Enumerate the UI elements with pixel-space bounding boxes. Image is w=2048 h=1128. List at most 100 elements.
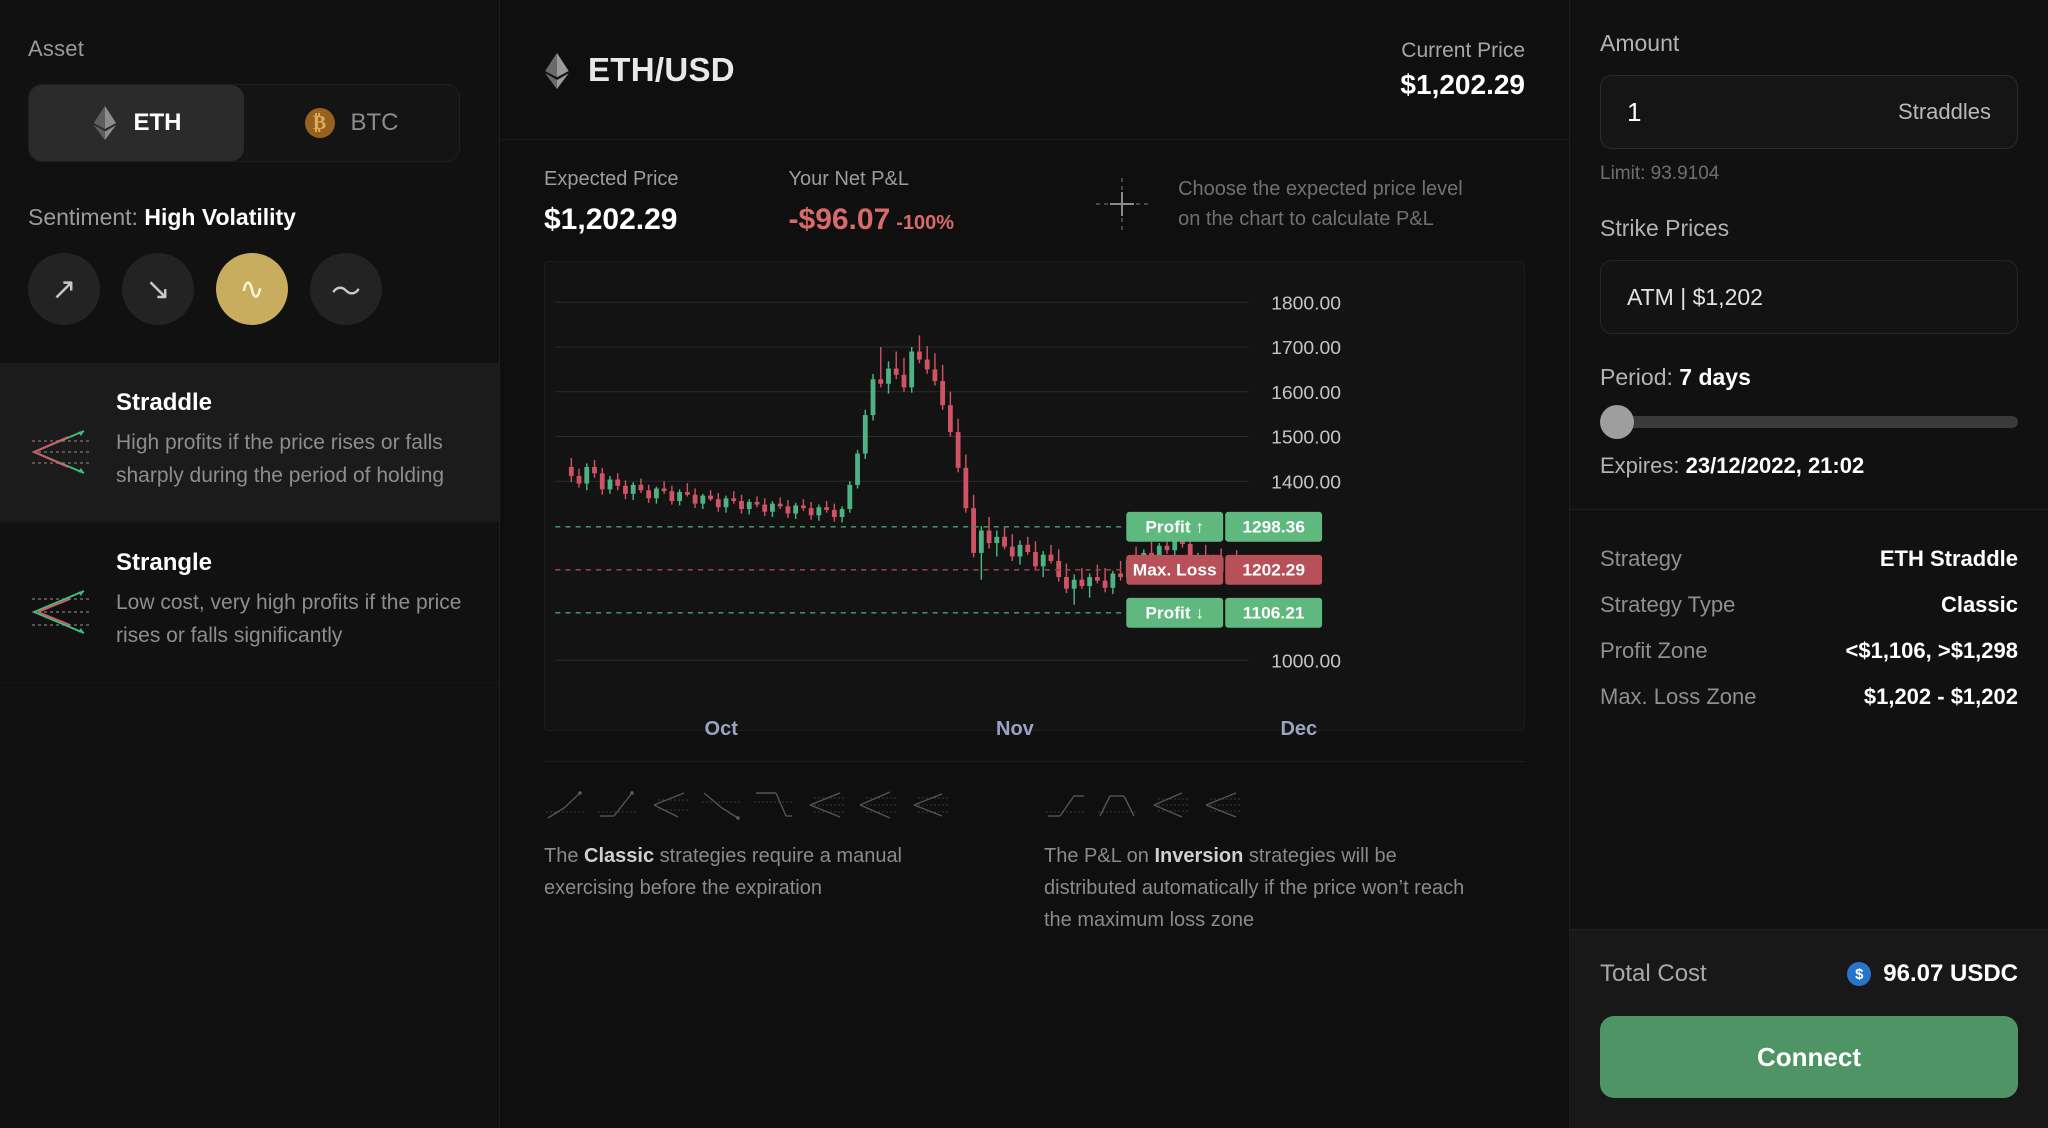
total-cost-row: Total Cost $ 96.07 USDC	[1600, 960, 2018, 988]
asset-label: Asset	[28, 36, 85, 61]
total-cost-value: 96.07 USDC	[1883, 960, 2018, 987]
strategy-title: Strangle	[116, 549, 213, 577]
summary-value: <$1,106, >$1,298	[1845, 638, 2019, 663]
asset-button-eth[interactable]: ETH	[29, 85, 244, 161]
payoff-icon-inv-1	[1046, 795, 1084, 817]
down-arrow-icon: ↘	[145, 272, 171, 306]
expires-value: 23/12/2022, 21:02	[1685, 453, 1865, 478]
total-cost-label: Total Cost	[1600, 960, 1707, 987]
current-price-label: Current Price	[1401, 38, 1525, 62]
summary-row: Strategy ETH Straddle	[1600, 536, 2018, 582]
strategy-card-straddle[interactable]: Straddle High profits if the price rises…	[0, 363, 499, 524]
sentiment-button-low-volatility[interactable]: 〜	[310, 253, 382, 325]
ethereum-icon	[544, 52, 570, 89]
sidebar: Asset ETH ₿ BTC Sentiment: High Volatili…	[0, 0, 500, 1128]
connect-button[interactable]: Connect	[1600, 1016, 2018, 1098]
sentiment-button-down[interactable]: ↘	[122, 253, 194, 325]
sentiment-button-high-volatility[interactable]: ∿	[216, 253, 288, 325]
low-volatility-icon: 〜	[331, 276, 361, 309]
legend-inversion-bold: Inversion	[1154, 845, 1244, 867]
payoff-icon-inv-2	[1098, 795, 1136, 817]
strategy-title: Straddle	[116, 389, 213, 416]
payoff-icon-spread	[754, 792, 792, 817]
high-volatility-icon: ∿	[239, 272, 265, 306]
metrics-row: Expected Price $1,202.29 Your Net P&L -$…	[500, 140, 1569, 237]
summary-key: Profit Zone	[1600, 638, 1708, 663]
strategy-body: Straddle High profits if the price rises…	[116, 389, 467, 492]
amount-input[interactable]: 1 Straddles	[1600, 75, 2018, 149]
legend-inversion-text: The P&L on Inversion strategies will be …	[1044, 840, 1474, 936]
summary-row: Profit Zone <$1,106, >$1,298	[1600, 628, 2018, 674]
svg-text:1298.36: 1298.36	[1242, 517, 1305, 537]
period-slider-thumb[interactable]	[1600, 405, 1634, 439]
svg-text:1600.00: 1600.00	[1271, 383, 1341, 404]
expires-prefix: Expires:	[1600, 453, 1680, 478]
chart-panel: ETH/USD Current Price $1,202.29 Expected…	[500, 0, 1570, 1128]
strategy-summary: Strategy ETH Straddle Strategy Type Clas…	[1570, 510, 2048, 746]
classic-strategy-icons	[544, 788, 974, 822]
chart-svg[interactable]: Profit ↑ 1298.36 Max. Loss 1202.29 Profit ↓ 1…	[545, 262, 1524, 730]
chart-hint: Choose the expected price level on the c…	[1094, 174, 1463, 234]
summary-row: Max. Loss Zone $1,202 - $1,202	[1600, 674, 2018, 720]
period-slider-track[interactable]	[1600, 416, 2018, 428]
amount-value[interactable]: 1	[1627, 97, 1641, 128]
sentiment-value: High Volatility	[144, 204, 296, 230]
straddle-payoff-icon	[28, 389, 94, 492]
expected-price-metric: Expected Price $1,202.29	[544, 168, 679, 237]
svg-text:1106.21: 1106.21	[1243, 603, 1305, 623]
net-pnl-label: Your Net P&L	[788, 168, 909, 190]
period-value: 7 days	[1679, 364, 1751, 390]
usdc-icon: $	[1847, 962, 1872, 986]
expected-price-value: $1,202.29	[544, 203, 678, 236]
period-slider[interactable]	[1600, 405, 2018, 439]
legend-inversion-pre: The P&L on	[1044, 845, 1155, 867]
net-pnl-value: -$96.07	[788, 203, 891, 236]
payoff-icon-call-2	[598, 791, 636, 817]
inversion-strategy-icons	[1044, 788, 1474, 822]
payoff-icon-put	[653, 792, 688, 818]
strategy-desc: High profits if the price rises or falls…	[116, 431, 445, 487]
chart-hint-line1: Choose the expected price level	[1178, 178, 1463, 200]
ethereum-icon	[92, 106, 118, 140]
period-prefix: Period:	[1600, 364, 1673, 390]
payoff-icon-condor	[913, 793, 948, 817]
trading-app: Asset ETH ₿ BTC Sentiment: High Volatili…	[0, 0, 2048, 1128]
amount-unit: Straddles	[1898, 99, 1991, 124]
summary-value: ETH Straddle	[1879, 546, 2018, 571]
summary-key: Max. Loss Zone	[1600, 684, 1757, 709]
asset-toggle[interactable]: ETH ₿ BTC	[28, 84, 460, 162]
amount-limit: Limit: 93.9104	[1600, 163, 1720, 184]
sentiment-button-up[interactable]: ↗	[28, 253, 100, 325]
strike-value: ATM | $1,202	[1627, 283, 1763, 310]
strike-value-box[interactable]: ATM | $1,202	[1600, 260, 2018, 334]
total-cost-value-wrap: $ 96.07 USDC	[1847, 960, 2018, 988]
price-chart[interactable]: Profit ↑ 1298.36 Max. Loss 1202.29 Profit ↓ 1…	[544, 261, 1525, 740]
chart-markers: Profit ↑ 1298.36 Max. Loss 1202.29 Profit ↓ 1…	[555, 511, 1323, 628]
chart-hint-line2: on the chart to calculate P&L	[1178, 208, 1434, 230]
payoff-icon-straddle	[809, 792, 844, 818]
bitcoin-icon: ₿	[304, 108, 335, 138]
strategy-list: Straddle High profits if the price rises…	[0, 363, 499, 684]
net-pnl-value-wrap: -$96.07 -100%	[789, 203, 955, 237]
legend-classic-pre: The	[544, 845, 585, 867]
legend-classic: The Classic strategies require a manual …	[544, 788, 974, 936]
summary-value: Classic	[1940, 592, 2018, 617]
pair-title: ETH/USD	[588, 50, 735, 88]
strategy-body: Strangle Low cost, very high profits if …	[116, 549, 467, 652]
sentiment-line: Sentiment: High Volatility	[28, 204, 471, 231]
svg-text:1800.00: 1800.00	[1271, 293, 1341, 314]
payoff-icon-inv-4	[1205, 792, 1240, 818]
asset-label-btc: BTC	[350, 109, 399, 136]
payoff-icon-strangle	[859, 791, 896, 819]
svg-text:1400.00: 1400.00	[1271, 472, 1341, 493]
legend-classic-text: The Classic strategies require a manual …	[544, 840, 974, 904]
chart-hint-text: Choose the expected price level on the c…	[1178, 174, 1463, 234]
strike-section: Strike Prices ATM | $1,202	[1570, 185, 2048, 334]
svg-text:Profit ↑: Profit ↑	[1145, 517, 1204, 537]
svg-text:1500.00: 1500.00	[1271, 428, 1341, 449]
asset-button-btc[interactable]: ₿ BTC	[244, 85, 459, 161]
strategy-card-strangle[interactable]: Strangle Low cost, very high profits if …	[0, 523, 499, 684]
svg-text:1202.29: 1202.29	[1242, 560, 1305, 580]
net-pnl-metric: Your Net P&L -$96.07 -100%	[789, 168, 955, 237]
current-price-value: $1,202.29	[1400, 68, 1525, 100]
